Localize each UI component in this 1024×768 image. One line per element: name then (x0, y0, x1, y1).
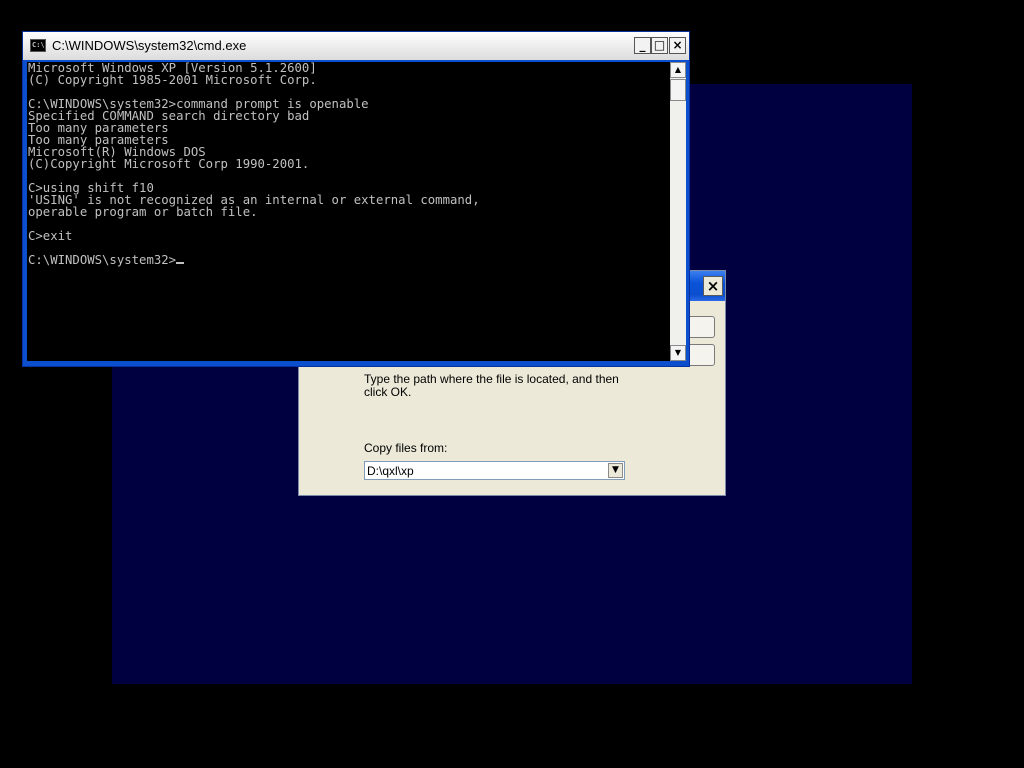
dialog-message: Type the path where the file is located,… (364, 372, 619, 399)
maximize-button[interactable]: □ (651, 37, 668, 54)
close-button[interactable]: × (669, 37, 686, 54)
dialog-close-button[interactable]: × (703, 276, 723, 296)
console-output: Microsoft Windows XP [Version 5.1.2600] … (28, 61, 480, 267)
cmd-window-icon[interactable]: C:\ (30, 39, 46, 52)
chevron-down-icon[interactable]: ▼ (608, 463, 623, 478)
scroll-down-button[interactable]: ▼ (670, 345, 686, 361)
cmd-window-title: C:\WINDOWS\system32\cmd.exe (52, 38, 247, 53)
copy-files-from-combobox[interactable]: D:\qxl\xp ▼ (364, 461, 625, 480)
scroll-up-button[interactable]: ▲ (670, 62, 686, 78)
path-value[interactable]: D:\qxl\xp (367, 464, 414, 478)
minimize-button[interactable]: _ (634, 37, 651, 54)
cmd-window: C:\ C:\WINDOWS\system32\cmd.exe _ □ × Mi… (22, 31, 690, 367)
copy-files-from-label: Copy files from: (364, 441, 448, 455)
vertical-scrollbar[interactable]: ▲ ▼ (670, 62, 686, 361)
text-cursor (176, 262, 185, 264)
scroll-thumb[interactable] (670, 79, 686, 101)
console-area[interactable]: Microsoft Windows XP [Version 5.1.2600] … (27, 62, 670, 361)
